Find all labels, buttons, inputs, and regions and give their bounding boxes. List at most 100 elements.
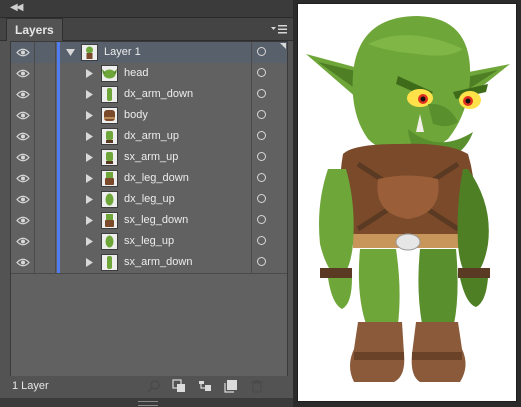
- column-divider: [251, 63, 252, 84]
- lock-column[interactable]: [34, 252, 35, 273]
- expand-triangle-right-icon[interactable]: [86, 153, 94, 162]
- column-divider: [251, 189, 252, 210]
- layer-color-bar: [57, 147, 60, 168]
- layer-row-layer-1[interactable]: Layer 1: [11, 42, 287, 64]
- lock-column[interactable]: [34, 189, 35, 210]
- layer-thumbnail: [101, 149, 118, 166]
- visibility-eye-icon[interactable]: [13, 210, 33, 231]
- layer-name: body: [124, 109, 148, 121]
- visibility-eye-icon[interactable]: [13, 252, 33, 273]
- visibility-eye-icon[interactable]: [13, 189, 33, 210]
- column-divider: [55, 126, 56, 147]
- target-circle-icon[interactable]: [257, 173, 266, 182]
- make-clipping-mask-icon[interactable]: [172, 379, 186, 393]
- target-circle-icon[interactable]: [257, 68, 266, 77]
- sublayer-row-sx-leg-down[interactable]: sx_leg_down: [11, 210, 287, 232]
- expand-triangle-down-icon[interactable]: [66, 49, 75, 56]
- sublayer-row-sx-arm-up[interactable]: sx_arm_up: [11, 147, 287, 169]
- layer-thumbnail: [101, 254, 118, 271]
- sublayer-row-dx-leg-up[interactable]: dx_leg_up: [11, 189, 287, 211]
- column-divider: [251, 42, 252, 63]
- expand-triangle-right-icon[interactable]: [86, 237, 94, 246]
- visibility-eye-icon[interactable]: [13, 126, 33, 147]
- target-circle-icon[interactable]: [257, 110, 266, 119]
- resize-grip[interactable]: [0, 398, 293, 407]
- panel-footer: 1 Layer: [0, 376, 293, 398]
- expand-triangle-right-icon[interactable]: [86, 111, 94, 120]
- trash-icon[interactable]: [250, 379, 264, 393]
- column-divider: [55, 168, 56, 189]
- layer-thumbnail: [101, 212, 118, 229]
- sublayer-row-dx-arm-down[interactable]: dx_arm_down: [11, 84, 287, 106]
- panel-title-bar: ◀◀: [0, 0, 293, 18]
- visibility-eye-icon[interactable]: [13, 231, 33, 252]
- layer-thumbnail: [101, 86, 118, 103]
- visibility-eye-icon[interactable]: [13, 105, 33, 126]
- visibility-eye-icon[interactable]: [13, 63, 33, 84]
- search-icon[interactable]: [147, 379, 161, 393]
- layer-count-label: 1 Layer: [12, 380, 49, 392]
- visibility-eye-icon[interactable]: [13, 42, 33, 63]
- column-divider: [251, 126, 252, 147]
- expand-triangle-right-icon[interactable]: [86, 216, 94, 225]
- layer-color-bar: [57, 63, 60, 84]
- target-circle-icon[interactable]: [257, 131, 266, 140]
- sublayer-row-sx-leg-up[interactable]: sx_leg_up: [11, 231, 287, 253]
- artboard-canvas[interactable]: [297, 3, 517, 402]
- target-circle-icon[interactable]: [257, 194, 266, 203]
- lock-column[interactable]: [34, 126, 35, 147]
- column-divider: [251, 84, 252, 105]
- expand-triangle-right-icon[interactable]: [86, 174, 94, 183]
- sublayer-row-body[interactable]: body: [11, 105, 287, 127]
- layer-name: Layer 1: [104, 46, 141, 58]
- visibility-eye-icon[interactable]: [13, 168, 33, 189]
- target-circle-icon[interactable]: [257, 257, 266, 266]
- lock-column[interactable]: [34, 105, 35, 126]
- lock-column[interactable]: [34, 231, 35, 252]
- column-divider: [251, 147, 252, 168]
- expand-triangle-right-icon[interactable]: [86, 258, 94, 267]
- expand-triangle-right-icon[interactable]: [86, 195, 94, 204]
- column-divider: [55, 252, 56, 273]
- layer-name: dx_arm_down: [124, 88, 194, 100]
- lock-column[interactable]: [34, 168, 35, 189]
- layer-name: sx_leg_up: [124, 235, 175, 247]
- layer-name: sx_arm_up: [124, 151, 179, 163]
- layer-color-bar: [57, 168, 60, 189]
- sublayer-row-sx-arm-down[interactable]: sx_arm_down: [11, 252, 287, 274]
- create-sublayer-icon[interactable]: [198, 379, 212, 393]
- panel-menu-icon[interactable]: [271, 23, 287, 35]
- layer-thumbnail: [101, 128, 118, 145]
- lock-column[interactable]: [34, 63, 35, 84]
- new-layer-icon[interactable]: [224, 379, 238, 393]
- visibility-eye-icon[interactable]: [13, 147, 33, 168]
- layers-list: Layer 1 head dx_arm_down body dx_arm_up …: [10, 41, 288, 377]
- collapse-panel-icon[interactable]: ◀◀: [10, 2, 23, 14]
- expand-triangle-right-icon[interactable]: [86, 69, 94, 78]
- column-divider: [55, 189, 56, 210]
- tab-layers[interactable]: Layers: [6, 18, 63, 41]
- sublayer-row-dx-leg-down[interactable]: dx_leg_down: [11, 168, 287, 190]
- lock-column[interactable]: [34, 210, 35, 231]
- lock-column[interactable]: [34, 147, 35, 168]
- expand-triangle-right-icon[interactable]: [86, 90, 94, 99]
- sublayer-row-head[interactable]: head: [11, 63, 287, 85]
- grip-lines-icon: [138, 401, 158, 406]
- expand-triangle-right-icon[interactable]: [86, 132, 94, 141]
- visibility-eye-icon[interactable]: [13, 84, 33, 105]
- column-divider: [251, 168, 252, 189]
- layer-color-bar: [57, 231, 60, 252]
- lock-column[interactable]: [34, 42, 35, 63]
- sublayer-row-dx-arm-up[interactable]: dx_arm_up: [11, 126, 287, 148]
- layer-thumbnail: [81, 44, 98, 61]
- layer-color-bar: [57, 189, 60, 210]
- target-circle-icon[interactable]: [257, 89, 266, 98]
- target-circle-icon[interactable]: [257, 152, 266, 161]
- lock-column[interactable]: [34, 84, 35, 105]
- column-divider: [55, 210, 56, 231]
- target-circle-icon[interactable]: [257, 47, 266, 56]
- column-divider: [55, 105, 56, 126]
- panel-tab-row: Layers: [0, 18, 293, 41]
- target-circle-icon[interactable]: [257, 215, 266, 224]
- target-circle-icon[interactable]: [257, 236, 266, 245]
